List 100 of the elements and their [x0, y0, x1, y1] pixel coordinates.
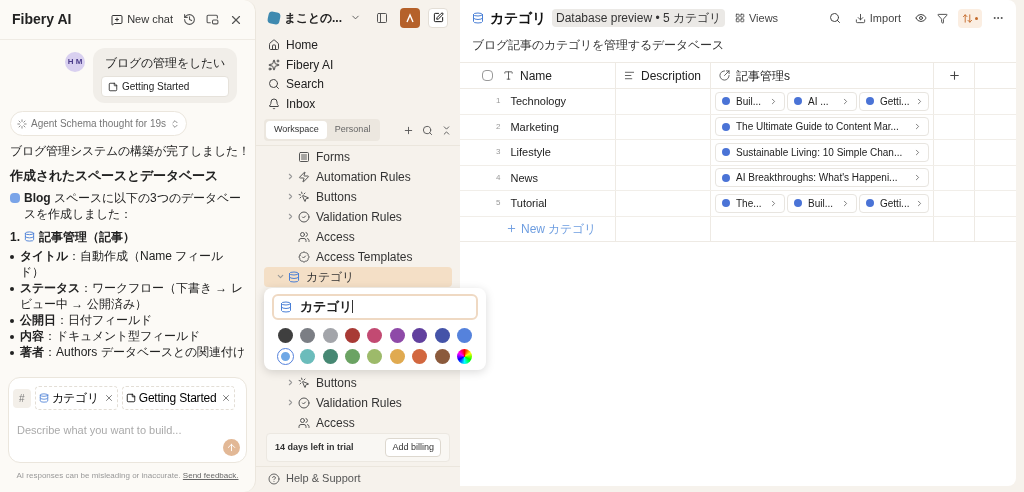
document-icon: [722, 173, 730, 182]
nav-item[interactable]: Search: [256, 74, 460, 94]
add-icon[interactable]: [403, 124, 414, 136]
tree-item[interactable]: Automation Rules: [264, 166, 452, 187]
views-button[interactable]: Views: [734, 9, 779, 27]
relation-chip[interactable]: AI Breakthroughs: What's Happeni...: [715, 168, 929, 188]
document-icon: [722, 97, 730, 106]
attachment-chip[interactable]: Getting Started: [101, 76, 229, 97]
relation-chip[interactable]: Getti...: [859, 193, 929, 213]
relation-chip[interactable]: AI ...: [787, 91, 857, 111]
sidebar-toggle-icon[interactable]: [376, 11, 388, 24]
tree-item[interactable]: Validation Rules: [264, 392, 452, 413]
color-swatch[interactable]: [322, 348, 338, 364]
caret-right-icon[interactable]: [286, 192, 295, 202]
document-icon: [794, 97, 802, 106]
color-swatch[interactable]: [389, 348, 405, 364]
help-icon[interactable]: [268, 472, 280, 485]
color-swatch[interactable]: [300, 348, 316, 364]
caret-right-icon[interactable]: [286, 212, 295, 222]
tree-item[interactable]: カテゴリ: [264, 266, 452, 287]
tree-item[interactable]: Validation Rules: [264, 206, 452, 227]
visibility-icon[interactable]: [915, 12, 927, 24]
prompt-field[interactable]: Describe what you want to build...: [17, 422, 216, 439]
compose-button[interactable]: [428, 7, 448, 28]
column-header[interactable]: 記事管理s: [736, 66, 790, 85]
color-swatch[interactable]: [412, 327, 428, 343]
popout-icon[interactable]: [206, 13, 219, 26]
color-swatch[interactable]: [434, 327, 450, 343]
row-number: 4: [496, 171, 501, 184]
nav-item[interactable]: Fibery AI: [256, 54, 460, 75]
workspace-name[interactable]: まことの...: [284, 8, 342, 27]
remove-icon[interactable]: [103, 393, 114, 403]
color-swatch[interactable]: [457, 327, 473, 343]
relation-chip[interactable]: Getti...: [859, 91, 929, 111]
tree-item[interactable]: Access Templates: [264, 246, 452, 267]
relation-chip[interactable]: Sustainable Living: 10 Simple Chan...: [715, 142, 929, 162]
mention-button[interactable]: #: [13, 388, 31, 408]
expand-icon: [170, 118, 181, 129]
add-column-icon[interactable]: [947, 69, 961, 82]
relation-chip[interactable]: The Ultimate Guide to Content Mar...: [715, 117, 929, 137]
select-all-checkbox[interactable]: [482, 70, 493, 81]
import-button[interactable]: Import: [854, 9, 901, 27]
chat-plus-icon: [111, 13, 124, 26]
relation-chip[interactable]: Buil...: [715, 91, 785, 111]
scope-tab[interactable]: Workspace: [266, 121, 327, 139]
row-number: 3: [496, 146, 501, 159]
arrow-up-icon: [226, 442, 237, 453]
text-type-icon: [503, 70, 514, 81]
search-icon: [268, 78, 280, 91]
thought-chip[interactable]: Agent Schema thought for 19s: [10, 111, 188, 136]
feedback-link[interactable]: Send feedback.: [182, 471, 239, 480]
new-chat-button[interactable]: New chat: [111, 11, 173, 28]
scope-tab[interactable]: Personal: [326, 121, 379, 139]
add-billing-button[interactable]: Add billing: [385, 437, 441, 458]
row-number: 5: [496, 197, 501, 210]
space-paragraph: Blog スペースに以下の3つのデータベースを作成しました：: [24, 189, 242, 222]
column-header[interactable]: Description: [641, 66, 702, 85]
tree-item[interactable]: Access: [264, 226, 452, 247]
database-icon: [38, 393, 49, 403]
color-swatch[interactable]: [412, 348, 428, 364]
color-swatch[interactable]: [389, 327, 405, 343]
color-swatch[interactable]: [277, 348, 293, 364]
note-icon: [108, 81, 118, 92]
space-icon: [10, 192, 20, 203]
relation-chip[interactable]: Buil...: [787, 193, 857, 213]
caret-right-icon[interactable]: [286, 398, 295, 408]
nav-item[interactable]: Home: [256, 35, 460, 55]
context-chip[interactable]: カテゴリ: [34, 386, 118, 410]
custom-color-swatch[interactable]: [457, 348, 473, 364]
history-icon[interactable]: [183, 13, 196, 26]
sort-button[interactable]: [958, 8, 982, 28]
color-swatch[interactable]: [300, 327, 316, 343]
column-header[interactable]: Name: [520, 66, 552, 85]
color-swatch[interactable]: [277, 327, 293, 343]
remove-icon[interactable]: [221, 393, 232, 403]
color-swatch[interactable]: [345, 327, 361, 343]
tree-item[interactable]: Access: [264, 412, 452, 433]
app-logo-icon[interactable]: [400, 7, 420, 28]
caret-right-icon[interactable]: [286, 378, 295, 388]
color-swatch[interactable]: [367, 327, 383, 343]
relation-chip[interactable]: The...: [715, 193, 785, 213]
search-icon[interactable]: [422, 124, 433, 136]
name-cell-text: Marketing: [510, 119, 559, 135]
color-swatch[interactable]: [322, 327, 338, 343]
filter-icon[interactable]: [937, 12, 948, 24]
caret-right-icon[interactable]: [286, 172, 295, 182]
color-swatch[interactable]: [367, 348, 383, 364]
nav-item[interactable]: Inbox: [256, 93, 460, 114]
collapse-icon[interactable]: [441, 124, 452, 136]
tree-item[interactable]: Forms: [264, 146, 452, 167]
color-swatch[interactable]: [434, 348, 450, 364]
row-number: 1: [496, 95, 501, 108]
color-swatch[interactable]: [345, 348, 361, 364]
plus-icon: [506, 223, 517, 234]
search-icon[interactable]: [828, 12, 841, 24]
tree-item[interactable]: Buttons: [264, 186, 452, 207]
context-chip[interactable]: Getting Started: [121, 386, 236, 410]
tree-item[interactable]: Buttons: [264, 372, 452, 393]
name-field[interactable]: カテゴリ: [272, 293, 478, 320]
help-link[interactable]: Help & Support: [286, 470, 361, 487]
